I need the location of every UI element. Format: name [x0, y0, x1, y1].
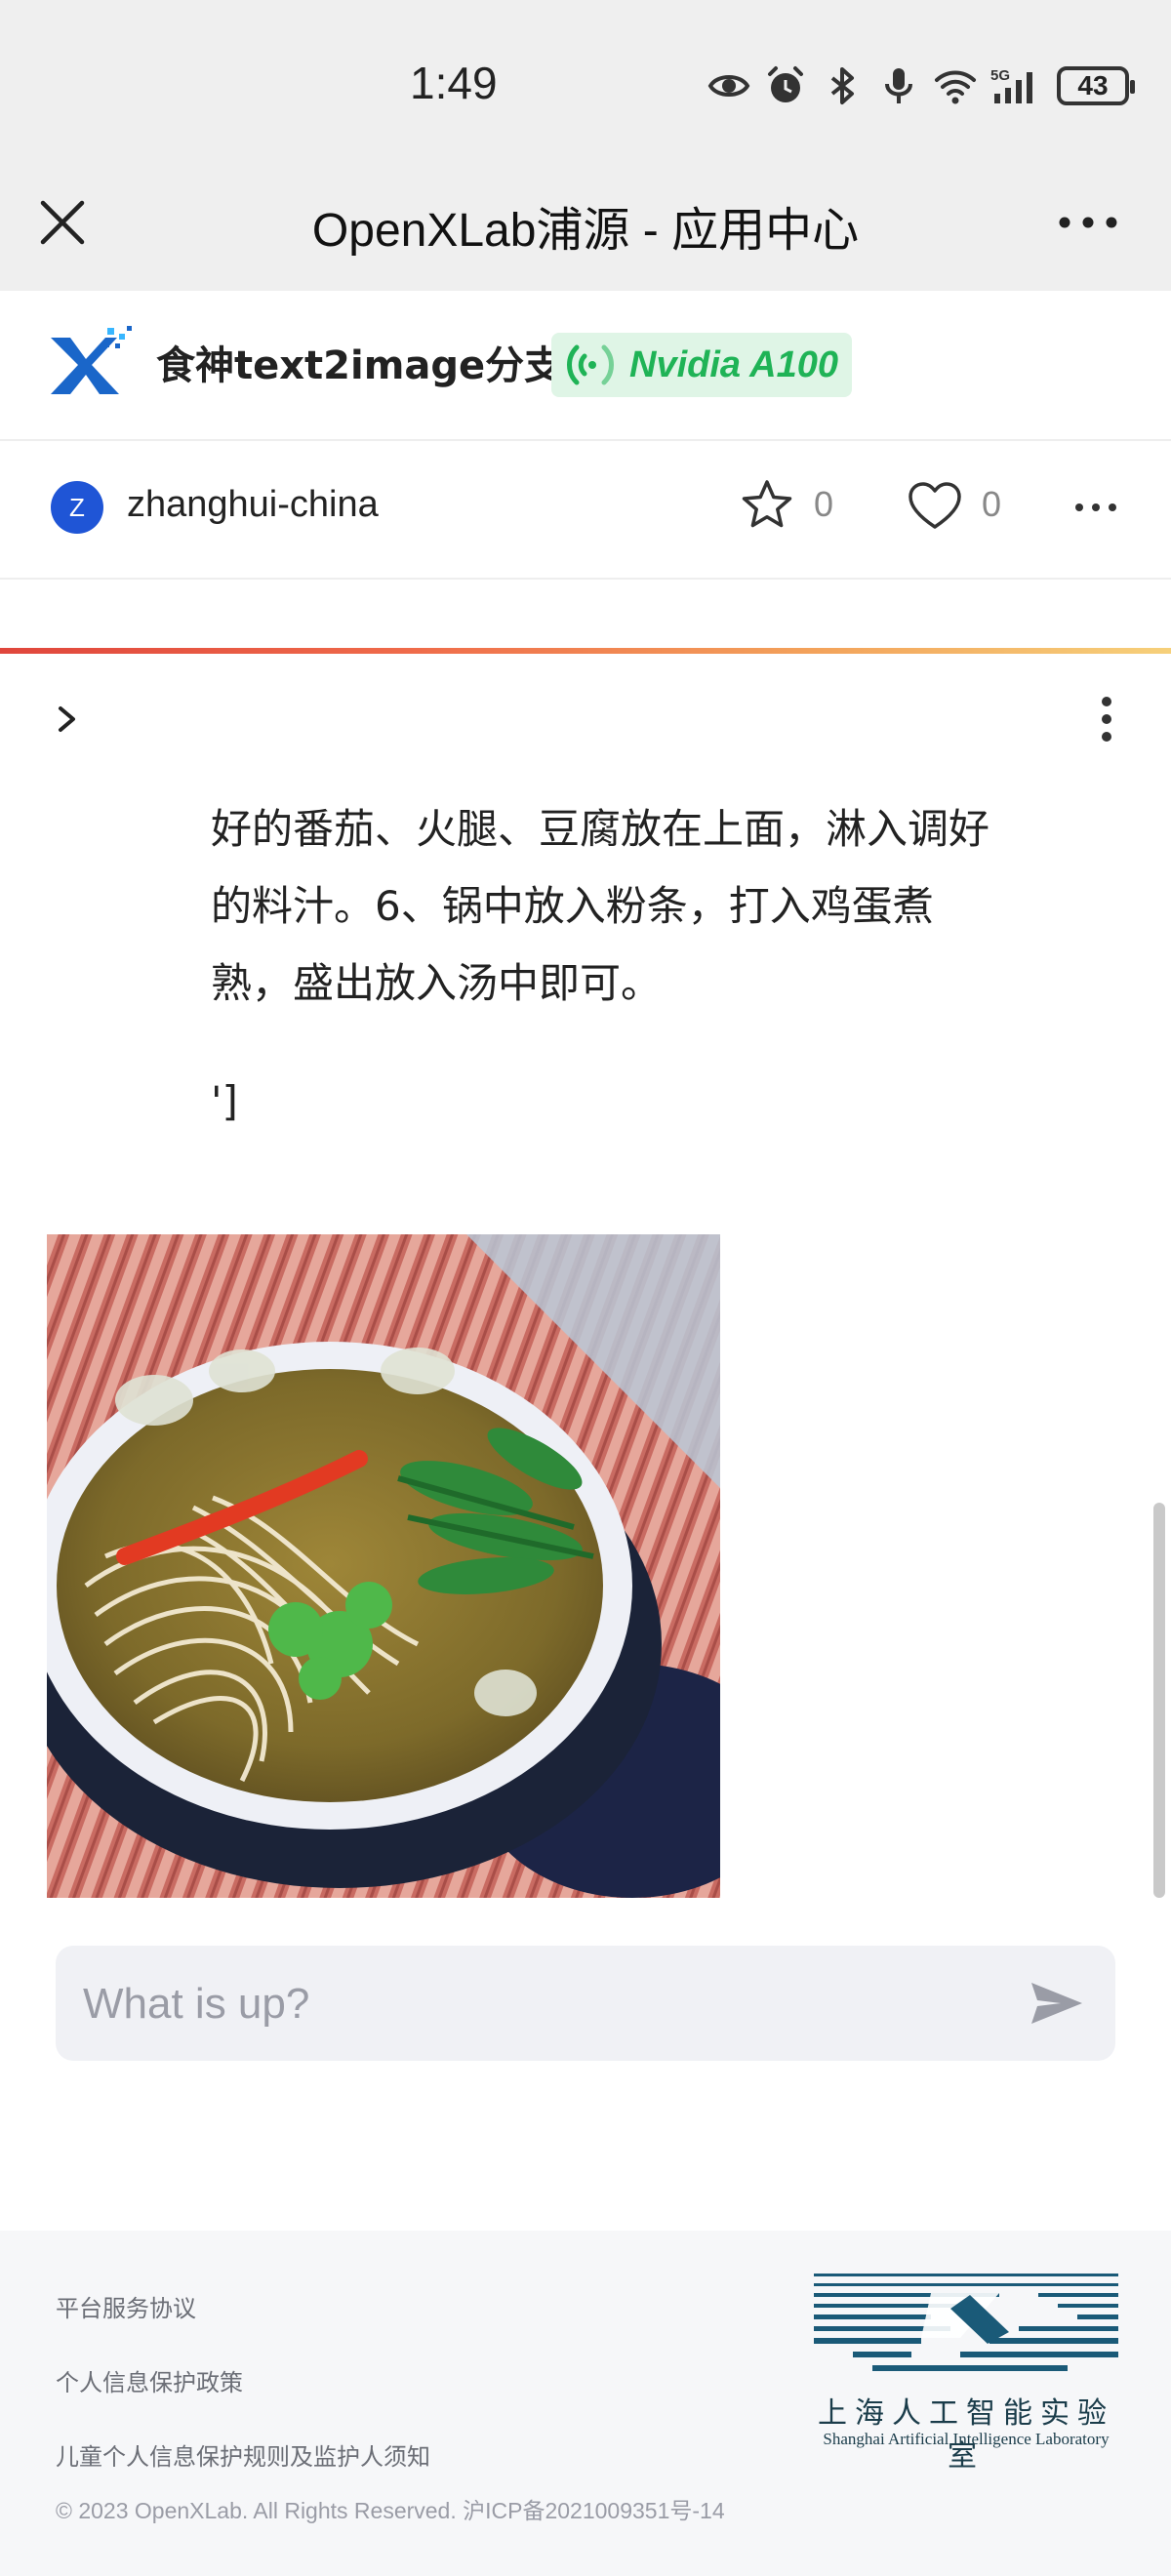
- star-icon[interactable]: [740, 478, 794, 533]
- wifi-icon: [935, 70, 976, 104]
- send-icon[interactable]: [1028, 1977, 1086, 2030]
- footer-link-privacy-policy[interactable]: 个人信息保护政策: [56, 2363, 243, 2397]
- alarm-icon: [768, 66, 803, 102]
- copyright: © 2023 OpenXLab. All Rights Reserved. 沪I…: [56, 2498, 725, 2523]
- bluetooth-icon: [830, 67, 854, 104]
- decorative-gradient-divider: [0, 648, 1171, 654]
- author-name[interactable]: zhanghui-china: [127, 484, 379, 526]
- generated-food-image: [47, 1234, 720, 1898]
- message-text-line: 熟，盛出放入汤中即可。: [211, 959, 663, 1007]
- gpu-signal-icon: [567, 344, 614, 385]
- message-text-line: 好的番茄、火腿、豆腐放在上面，淋入调好: [211, 805, 990, 853]
- author-more-icon[interactable]: [1073, 498, 1118, 517]
- page-title: OpenXLab浦源 - 应用中心: [311, 205, 860, 257]
- footer-link-service-agreement[interactable]: 平台服务协议: [56, 2289, 196, 2323]
- battery-icon: 43: [1057, 66, 1135, 105]
- avatar[interactable]: Z: [51, 481, 103, 534]
- svg-text:5G: 5G: [990, 67, 1010, 84]
- status-time: 1:49: [410, 58, 498, 108]
- heart-icon[interactable]: [908, 480, 962, 533]
- more-options-icon[interactable]: [1054, 203, 1122, 242]
- gpu-label: Nvidia A100: [629, 343, 839, 385]
- openxlab-logo-icon[interactable]: [47, 324, 135, 402]
- message-tail: ']: [211, 1077, 238, 1125]
- signal-5g-icon: 5G: [990, 67, 1032, 103]
- scrollbar[interactable]: [1153, 1503, 1165, 1898]
- like-count: 0: [982, 484, 1002, 524]
- footer-link-children-privacy[interactable]: 儿童个人信息保护规则及监护人须知: [56, 2437, 430, 2472]
- vertical-more-icon[interactable]: [1095, 695, 1118, 744]
- status-icons: 5G 43: [707, 57, 1135, 115]
- message-text-line: 的料汁。6、锅中放入粉条，打入鸡蛋煮: [211, 882, 934, 930]
- star-count: 0: [814, 484, 834, 524]
- gpu-badge: Nvidia A100: [551, 333, 853, 397]
- app-name: 食神text2image分支: [156, 343, 564, 388]
- eye-icon: [707, 75, 750, 97]
- microphone-icon: [885, 68, 912, 103]
- chat-input-box: [56, 1946, 1115, 2063]
- chat-input[interactable]: [81, 1946, 1012, 2063]
- lab-name-en: Shanghai Artificial Intelligence Laborat…: [823, 2430, 1110, 2448]
- chevron-right-icon[interactable]: [53, 703, 82, 736]
- shanghai-ai-lab-logo-icon: [814, 2274, 1118, 2371]
